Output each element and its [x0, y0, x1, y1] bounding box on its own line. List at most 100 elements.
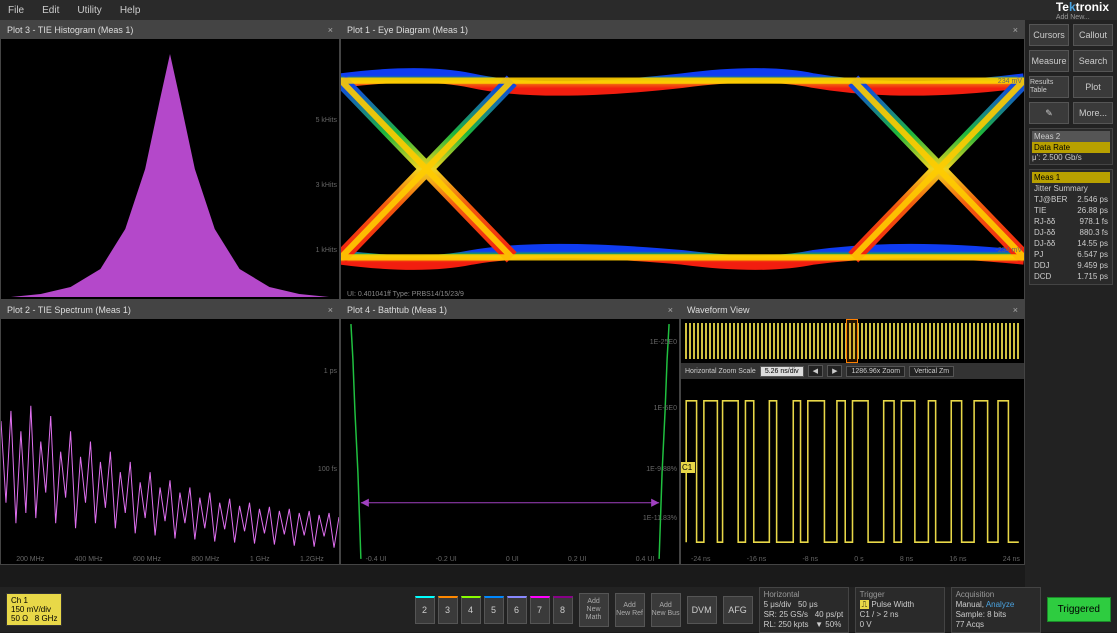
meas-header: Meas 2	[1032, 131, 1110, 142]
callout-button[interactable]: Callout	[1073, 24, 1113, 46]
ytick: 1 ps	[324, 368, 337, 375]
triggered-button[interactable]: Triggered	[1047, 597, 1111, 622]
histogram-plot[interactable]: 5 kHits 3 kHits 1 kHits	[1, 39, 339, 299]
waveform-zoom-plot[interactable]: C1 -24 ns -16 ns -8 ns 0 s 8 ns 16 ns 24…	[681, 379, 1024, 564]
xtick: -0.4 UI	[366, 556, 387, 563]
xtick: 0.4 UI	[636, 556, 655, 563]
channel-7-button[interactable]: 7	[530, 596, 550, 624]
zoom-1x-button[interactable]: ▶	[827, 365, 842, 377]
channel-1-badge[interactable]: Ch 1 150 mV/div 50 Ω 8 GHz	[6, 593, 62, 626]
cursors-button[interactable]: Cursors	[1029, 24, 1069, 46]
meas-row: RJ-δδ978.1 fs	[1032, 216, 1110, 227]
menu-bar: File Edit Utility Help Tektronix Add New…	[0, 0, 1117, 20]
channel-4-button[interactable]: 4	[461, 596, 481, 624]
meas-row: TIE26.88 ps	[1032, 205, 1110, 216]
close-icon[interactable]: ×	[328, 25, 333, 35]
acquisition-settings[interactable]: Acquisition Manual, Analyze Sample: 8 bi…	[951, 587, 1041, 633]
ytick: 1 kHits	[316, 247, 337, 254]
close-icon[interactable]: ×	[1013, 25, 1018, 35]
horizontal-settings[interactable]: Horizontal 5 μs/div 50 μs SR: 25 GS/s 40…	[759, 587, 849, 633]
waveform-overview[interactable]	[681, 319, 1024, 363]
panel-bathtub: Plot 4 - Bathtub (Meas 1) × 1E-25E0 1E-5…	[340, 300, 680, 565]
dvm-button[interactable]: DVM	[687, 596, 717, 624]
zoom-window-handle[interactable]	[846, 319, 858, 363]
xtick: 0.2 UI	[568, 556, 587, 563]
zoom-1x-button[interactable]: ◀	[808, 365, 823, 377]
panel-eye-diagram: Plot 1 - Eye Diagram (Meas 1) ×	[340, 20, 1025, 300]
xtick: 8 ns	[900, 556, 913, 563]
eye-diagram-plot[interactable]: 234 mV -234 mV UI: 0.401041ff Type: PRBS…	[341, 39, 1024, 299]
channel-2-button[interactable]: 2	[415, 596, 435, 624]
afg-button[interactable]: AFG	[723, 596, 753, 624]
xtick: -24 ns	[691, 556, 710, 563]
meas-row: DCD1.715 ps	[1032, 271, 1110, 282]
panel-title: Waveform View	[687, 305, 750, 315]
panel-title: Plot 4 - Bathtub (Meas 1)	[347, 305, 447, 315]
ytick: 234 mV	[998, 78, 1022, 85]
add-ref-button[interactable]: Add New Ref	[615, 593, 645, 627]
xtick: -0.2 UI	[436, 556, 457, 563]
ytick: 1E-11.83%	[643, 515, 677, 522]
waveform-scale-bar: Horizontal Zoom Scale 5.26 ns/div ◀ ▶ 12…	[681, 363, 1024, 379]
close-icon[interactable]: ×	[328, 305, 333, 315]
xtick: 200 MHz	[16, 556, 44, 563]
meas-row: DJ-δδ14.55 ps	[1032, 238, 1110, 249]
meas-value: μ': 2.500 Gb/s	[1032, 153, 1110, 162]
meas-subheader: Jitter Summary	[1032, 183, 1110, 194]
add-math-button[interactable]: Add New Math	[579, 593, 609, 627]
ytick: 1E-25E0	[650, 339, 677, 346]
xtick: 16 ns	[949, 556, 966, 563]
close-icon[interactable]: ×	[1013, 305, 1018, 315]
channel-6-button[interactable]: 6	[507, 596, 527, 624]
panel-title: Plot 2 - TIE Spectrum (Meas 1)	[7, 305, 131, 315]
xtick: 600 MHz	[133, 556, 161, 563]
channel-5-button[interactable]: 5	[484, 596, 504, 624]
xtick: 0 s	[854, 556, 863, 563]
panel-waveform-view: Waveform View × Horizontal Zoom Scale 5.…	[680, 300, 1025, 565]
meas-row: DJ-δδ880.3 fs	[1032, 227, 1110, 238]
bathtub-plot[interactable]: 1E-25E0 1E-5E0 1E-9.88% 1E-11.83% -0.4 U…	[341, 319, 679, 564]
ytick: 1E-5E0	[654, 405, 677, 412]
zoom-factor[interactable]: 1286.96x Zoom	[846, 366, 905, 377]
panel-spectrum: Plot 2 - TIE Spectrum (Meas 1) × 1 ps 10…	[0, 300, 340, 565]
draw-icon[interactable]: ✎	[1029, 102, 1069, 124]
meas-label: Data Rate	[1032, 142, 1110, 153]
channel-8-button[interactable]: 8	[553, 596, 573, 624]
meas2-badge[interactable]: Meas 2 Data Rate μ': 2.500 Gb/s	[1029, 128, 1113, 165]
close-icon[interactable]: ×	[668, 305, 673, 315]
ytick: 3 kHits	[316, 182, 337, 189]
xtick: 0 UI	[506, 556, 519, 563]
brand-logo: Tektronix Add New...	[1056, 0, 1109, 21]
right-sidebar: Cursors Callout Measure Search Results T…	[1025, 20, 1117, 587]
eye-footer: UI: 0.401041ff Type: PRBS14/15/23/9	[347, 291, 464, 298]
ytick: 5 kHits	[316, 117, 337, 124]
add-bus-button[interactable]: Add New Bus	[651, 593, 681, 627]
bottom-bar: Ch 1 150 mV/div 50 Ω 8 GHz 2345678 Add N…	[0, 587, 1117, 632]
xtick: 400 MHz	[75, 556, 103, 563]
meas-row: DDJ9.459 ps	[1032, 260, 1110, 271]
spectrum-plot[interactable]: 1 ps 100 fs 200 MHz 400 MHz 600 MHz 800 …	[1, 319, 339, 564]
measure-button[interactable]: Measure	[1029, 50, 1069, 72]
channel-3-button[interactable]: 3	[438, 596, 458, 624]
meas1-badge[interactable]: Meas 1 Jitter Summary TJ@BER2.546 psTIE2…	[1029, 169, 1113, 285]
meas-header: Meas 1	[1032, 172, 1110, 183]
search-button[interactable]: Search	[1073, 50, 1113, 72]
xtick: 1.2GHz	[300, 556, 324, 563]
menu-help[interactable]: Help	[120, 5, 141, 16]
menu-edit[interactable]: Edit	[42, 5, 59, 16]
xtick: -8 ns	[802, 556, 818, 563]
xtick: -16 ns	[747, 556, 766, 563]
plot-button[interactable]: Plot	[1073, 76, 1113, 98]
xtick: 800 MHz	[191, 556, 219, 563]
vertical-zoom[interactable]: Vertical Zm	[909, 366, 954, 377]
trigger-settings[interactable]: Trigger ⎍ Pulse Width C1 / > 2 ns 0 V	[855, 587, 945, 633]
results-table-button[interactable]: Results Table	[1029, 76, 1069, 98]
ytick: 100 fs	[318, 466, 337, 473]
panel-title: Plot 1 - Eye Diagram (Meas 1)	[347, 25, 468, 35]
xtick: 1 GHz	[250, 556, 270, 563]
menu-utility[interactable]: Utility	[77, 5, 101, 16]
menu-file[interactable]: File	[8, 5, 24, 16]
more-button[interactable]: More...	[1073, 102, 1113, 124]
scale-value[interactable]: 5.26 ns/div	[760, 366, 804, 377]
channel-badge[interactable]: C1	[681, 462, 695, 473]
